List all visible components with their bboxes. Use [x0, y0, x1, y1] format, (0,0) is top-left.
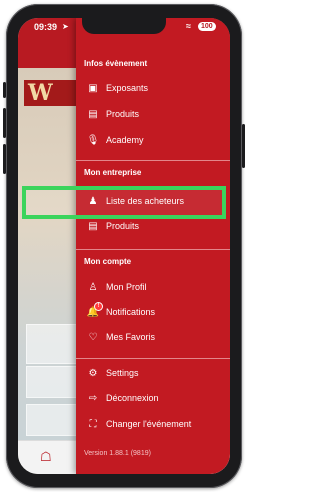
side-drawer-menu: Infos évènement ▣ Exposants ▤ Produits 🎙…: [76, 18, 230, 474]
menu-item-label: Academy: [106, 135, 144, 145]
menu-item-mes-favoris[interactable]: ♡ Mes Favoris: [76, 327, 230, 349]
gear-icon: ⚙: [88, 368, 98, 379]
power-button: [242, 124, 245, 168]
user-icon: ♙: [88, 282, 98, 293]
volume-up-button: [3, 108, 6, 138]
section-title-mon-compte: Mon compte: [84, 257, 132, 266]
menu-item-changer-evenement[interactable]: ⛶ Changer l'événement: [76, 414, 230, 436]
battery-indicator: 100: [198, 22, 216, 31]
section-title-infos-evenement: Infos évènement: [84, 59, 148, 68]
menu-item-label: Mes Favoris: [106, 332, 156, 342]
menu-item-label: Mon Profil: [106, 282, 147, 292]
app-version: Version 1.88.1 (9819): [84, 450, 151, 457]
menu-item-deconnexion[interactable]: ⇨ Déconnexion: [76, 388, 230, 410]
menu-item-label: Changer l'événement: [106, 419, 192, 429]
status-time: 09:39: [34, 22, 58, 32]
menu-item-label: Exposants: [106, 83, 149, 93]
divider: [76, 249, 230, 250]
switch-event-icon: ⛶: [89, 419, 97, 430]
highlight-box: [22, 186, 226, 219]
logout-icon: ⇨: [88, 393, 98, 404]
content-card[interactable]: [26, 366, 78, 398]
screen: W ☖ 09:39 ➤ ≈ 100 Infos évènement ▣ Expo…: [18, 18, 230, 474]
briefcase-icon: ▣: [88, 83, 98, 94]
bag-icon: ▤: [88, 221, 98, 232]
menu-item-label: Déconnexion: [106, 393, 159, 403]
divider: [76, 160, 230, 161]
volume-down-button: [3, 144, 6, 174]
content-card[interactable]: [26, 324, 78, 364]
menu-item-produits-entreprise[interactable]: ▤ Produits: [76, 216, 230, 238]
menu-item-label: Produits: [106, 109, 140, 119]
menu-item-exposants[interactable]: ▣ Exposants: [76, 78, 230, 100]
wifi-icon: ≈: [186, 21, 191, 31]
location-arrow-icon: ➤: [62, 22, 69, 31]
menu-item-produits[interactable]: ▤ Produits: [76, 104, 230, 126]
app-logo: W: [24, 80, 80, 106]
menu-item-settings[interactable]: ⚙ Settings: [76, 363, 230, 385]
content-card[interactable]: [26, 404, 78, 436]
microphone-icon: 🎙: [86, 135, 100, 146]
menu-item-label: Notifications: [106, 307, 156, 317]
menu-item-mon-profil[interactable]: ♙ Mon Profil: [76, 277, 230, 299]
divider: [76, 358, 230, 359]
menu-item-academy[interactable]: 🎙 Academy: [76, 130, 230, 152]
mute-switch: [3, 82, 6, 98]
menu-item-label: Settings: [106, 368, 139, 378]
section-title-mon-entreprise: Mon entreprise: [84, 168, 142, 177]
home-icon[interactable]: ☖: [40, 449, 52, 465]
menu-item-label: Produits: [106, 221, 140, 231]
notch: [82, 18, 166, 34]
notification-badge: !: [94, 302, 103, 311]
user-heart-icon: ♡: [88, 332, 98, 343]
bag-icon: ▤: [88, 109, 98, 120]
menu-item-notifications[interactable]: 🔔 ! Notifications: [76, 302, 230, 324]
